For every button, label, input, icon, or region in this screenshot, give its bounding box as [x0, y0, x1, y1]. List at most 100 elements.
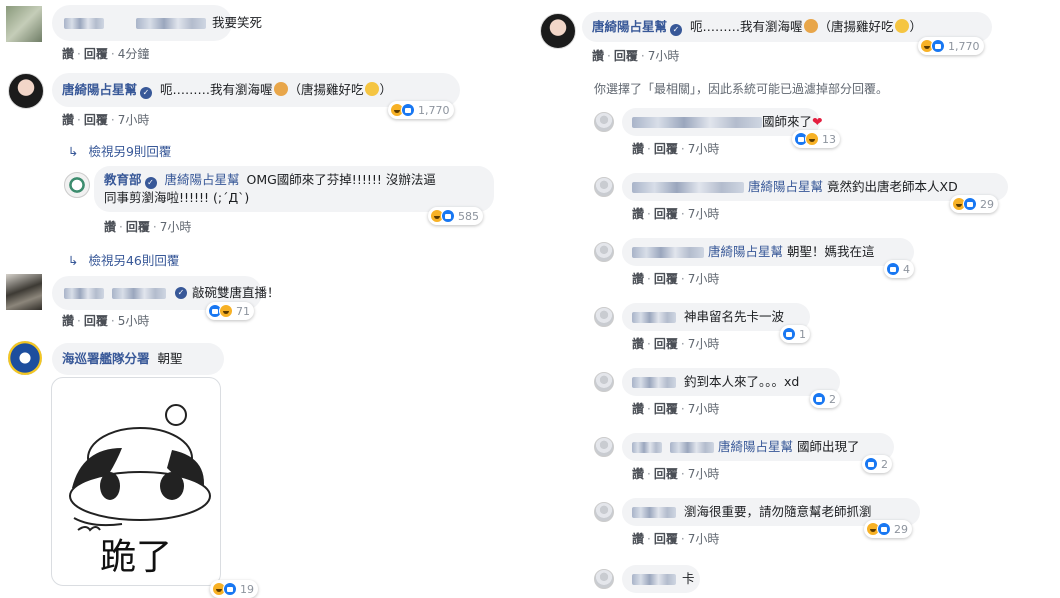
like-reaction-icon [877, 522, 891, 536]
timestamp[interactable]: 7小時 [688, 467, 720, 481]
reaction-summary[interactable]: 1 [780, 325, 810, 343]
avatar[interactable] [594, 112, 614, 132]
reply-link[interactable]: 回覆 [654, 272, 678, 286]
reply-link[interactable]: 回覆 [654, 207, 678, 221]
timestamp[interactable]: 7小時 [688, 337, 720, 351]
reaction-summary[interactable]: 13 [792, 130, 840, 148]
timestamp[interactable]: 7小時 [118, 113, 150, 127]
verified-badge-icon: ✓ [144, 177, 157, 189]
reaction-summary[interactable]: 71 [206, 302, 254, 320]
avatar[interactable] [6, 6, 42, 42]
like-link[interactable]: 讚 [592, 49, 604, 63]
reply-link[interactable]: 回覆 [654, 402, 678, 416]
reaction-summary[interactable]: 19 [210, 580, 258, 598]
like-link[interactable]: 讚 [632, 337, 644, 351]
mention-tag[interactable]: 唐綺陽占星幫 [718, 439, 793, 454]
comment-text: 神串留名先卡一波 [684, 309, 785, 324]
like-link[interactable]: 讚 [62, 314, 74, 328]
sticker-text: 跪了 [99, 537, 172, 578]
blurred-name [632, 377, 676, 388]
comment-bubble: 我要笑死 [52, 5, 262, 41]
view-more-replies-link[interactable]: ↳ 檢視另9則回覆 [68, 141, 171, 160]
like-link[interactable]: 讚 [632, 207, 644, 221]
reaction-summary[interactable]: 2 [862, 455, 892, 473]
author-name[interactable]: 唐綺陽占星幫 [592, 19, 667, 34]
comment-bubble: 唐綺陽占星幫 朝聖！媽我在這 [622, 238, 914, 266]
reply-link[interactable]: 回覆 [84, 314, 108, 328]
like-reaction-icon [864, 457, 878, 471]
like-link[interactable]: 讚 [632, 467, 644, 481]
comment-text: 呃………我有瀏海喔 （唐揚雞好吃） [690, 19, 923, 34]
blurred-name [632, 507, 676, 518]
comment-actions: 讚 · 回覆 · 7小時 [632, 272, 720, 286]
mention-tag[interactable]: 唐綺陽占星幫 [708, 244, 783, 259]
author-name[interactable]: 教育部 [104, 172, 142, 187]
author-name[interactable]: 海巡署艦隊分署 [62, 351, 150, 366]
reply-link[interactable]: 回覆 [654, 142, 678, 156]
reply-arrow-icon: ↳ [68, 253, 79, 268]
timestamp[interactable]: 7小時 [648, 49, 680, 63]
timestamp[interactable]: 4分鐘 [118, 47, 150, 61]
like-link[interactable]: 讚 [632, 142, 644, 156]
timestamp[interactable]: 7小時 [688, 272, 720, 286]
reply-link[interactable]: 回覆 [84, 113, 108, 127]
comment-text-line2: 同事剪瀏海啦!!!!!! (;´Д`) [104, 190, 250, 205]
reaction-summary[interactable]: 29 [950, 195, 998, 213]
reply-link[interactable]: 回覆 [654, 337, 678, 351]
reply-link[interactable]: 回覆 [614, 49, 638, 63]
avatar[interactable] [594, 502, 614, 522]
avatar[interactable] [6, 274, 42, 310]
verified-badge-icon: ✓ [175, 287, 187, 299]
sticker-image[interactable]: 跪了 [51, 377, 221, 586]
comment-actions: 讚 · 回覆 · 5小時 [62, 314, 150, 328]
timestamp[interactable]: 7小時 [688, 142, 720, 156]
reply-link[interactable]: 回覆 [84, 47, 108, 61]
reply-link[interactable]: 回覆 [654, 467, 678, 481]
avatar[interactable] [594, 177, 614, 197]
avatar[interactable] [594, 372, 614, 392]
like-link[interactable]: 讚 [62, 113, 74, 127]
haha-reaction-icon [219, 304, 233, 318]
comment-bubble: 國師來了❤ [622, 108, 823, 136]
avatar[interactable] [594, 437, 614, 457]
view-more-replies-link[interactable]: ↳ 檢視另46則回覆 [68, 250, 179, 269]
avatar[interactable] [594, 307, 614, 327]
comment-actions: 讚 · 回覆 · 7小時 [632, 207, 720, 221]
timestamp[interactable]: 7小時 [688, 207, 720, 221]
reaction-summary[interactable]: 2 [810, 390, 840, 408]
like-link[interactable]: 讚 [632, 532, 644, 546]
author-name[interactable]: 唐綺陽占星幫 [62, 82, 137, 97]
comment-text: 竟然釣出唐老師本人XD [827, 179, 958, 194]
avatar[interactable] [594, 569, 614, 589]
comment-text: 國師來了 [762, 114, 813, 129]
blurred-name [632, 312, 676, 323]
like-reaction-icon [963, 197, 977, 211]
woman-emoji-icon [803, 19, 818, 33]
like-link[interactable]: 讚 [62, 47, 74, 61]
avatar[interactable] [594, 242, 614, 262]
mention-tag[interactable]: 唐綺陽占星幫 [165, 172, 240, 187]
avatar[interactable] [8, 341, 42, 375]
timestamp[interactable]: 7小時 [688, 402, 720, 416]
reaction-summary[interactable]: 29 [864, 520, 912, 538]
timestamp[interactable]: 7小時 [160, 220, 192, 234]
reply-arrow-icon: ↳ [68, 144, 79, 159]
like-link[interactable]: 讚 [632, 402, 644, 416]
timestamp[interactable]: 7小時 [688, 532, 720, 546]
timestamp[interactable]: 5小時 [118, 314, 150, 328]
avatar[interactable] [540, 13, 576, 49]
avatar[interactable] [8, 73, 44, 109]
reply-link[interactable]: 回覆 [654, 532, 678, 546]
avatar[interactable] [64, 172, 90, 198]
reaction-summary[interactable]: 585 [428, 207, 483, 225]
like-link[interactable]: 讚 [632, 272, 644, 286]
mention-tag[interactable]: 唐綺陽占星幫 [748, 179, 823, 194]
reply-link[interactable]: 回覆 [126, 220, 150, 234]
reaction-summary[interactable]: 1,770 [388, 101, 454, 119]
like-link[interactable]: 讚 [104, 220, 116, 234]
comment-actions: 讚 · 回覆 · 7小時 [104, 220, 192, 234]
reaction-summary[interactable]: 4 [884, 260, 914, 278]
comment-bubble: 釣到本人來了。。。xd [622, 368, 840, 396]
comment-actions: 讚 · 回覆 · 7小時 [632, 532, 720, 546]
reaction-summary[interactable]: 1,770 [918, 37, 984, 55]
